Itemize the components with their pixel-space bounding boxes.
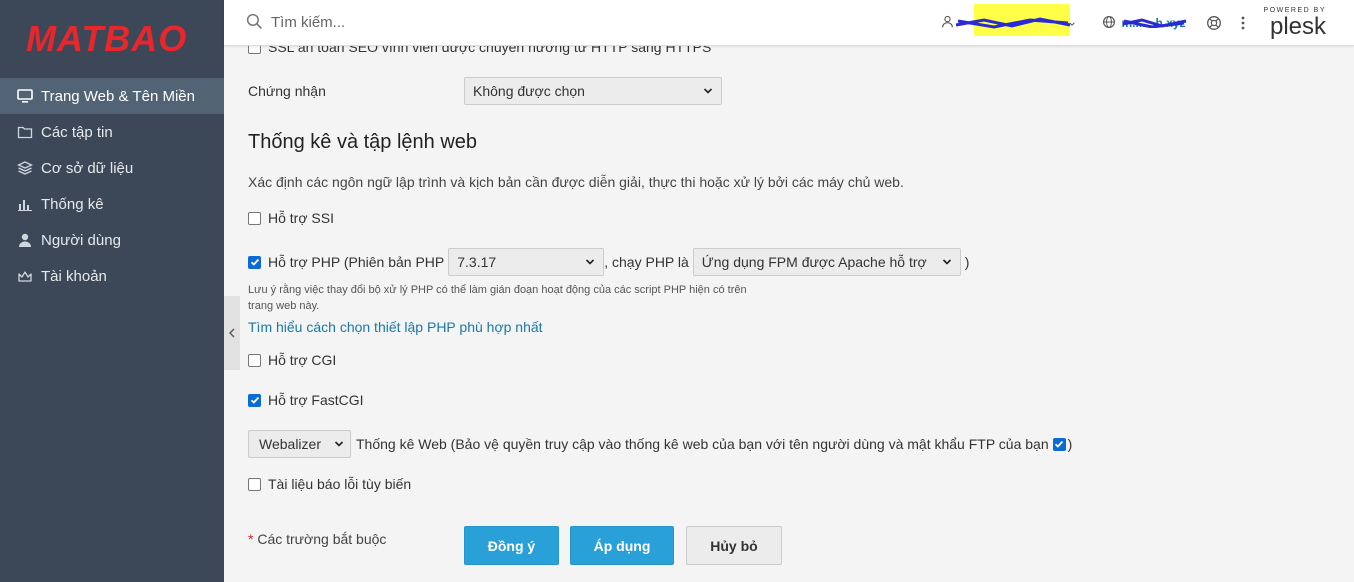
chevron-down-icon [334, 441, 344, 447]
check-icon [250, 396, 259, 404]
ok-button[interactable]: Đồng ý [464, 526, 559, 565]
sidebar-item-label: Cơ sở dữ liệu [41, 159, 134, 177]
certificate-select-value: Không được chọn [473, 83, 585, 99]
globe-icon [1102, 15, 1116, 32]
check-icon [250, 258, 259, 266]
sidebar-item-account[interactable]: Tài khoản [0, 258, 224, 294]
user-icon [941, 15, 954, 31]
cgi-label: Hỗ trợ CGI [268, 352, 337, 368]
fastcgi-row: Hỗ trợ FastCGI [248, 392, 364, 408]
fastcgi-checkbox[interactable] [248, 393, 261, 407]
web-stats-row: Webalizer Thống kê Web (Bảo vệ quyền tru… [248, 430, 1072, 458]
required-star: * [248, 531, 254, 547]
php-row: Hỗ trợ PHP (Phiên bản PHP 7.3.17 , chạy … [248, 248, 969, 276]
bar-chart-icon [16, 195, 34, 213]
monitor-icon [16, 87, 34, 105]
redaction-scribble [955, 17, 1070, 29]
cancel-button[interactable]: Hủy bỏ [686, 526, 782, 565]
required-label: Các trường bắt buộc [257, 531, 387, 547]
web-stats-select[interactable]: Webalizer [248, 430, 351, 458]
chevron-down-icon [703, 88, 713, 94]
php-note: Lưu ý rằng việc thay đổi bộ xử lý PHP có… [248, 284, 747, 312]
sidebar-collapse-handle[interactable] [224, 296, 240, 370]
search-bar [246, 13, 846, 33]
main-content: SSL an toàn SEO vĩnh viễn được chuyển hư… [224, 0, 1354, 582]
web-stats-label: Thống kê Web (Bảo vệ quyền truy cập vào … [356, 436, 1049, 452]
plesk-logo: POWERED BY plesk [1264, 7, 1326, 39]
user-menu[interactable] [941, 4, 1076, 36]
user-icon [16, 231, 34, 249]
custom-error-label: Tài liệu báo lỗi tùy biến [268, 476, 412, 492]
certificate-select[interactable]: Không được chọn [464, 77, 722, 105]
php-help-link[interactable]: Tìm hiểu cách chọn thiết lập PHP phù hợp… [248, 319, 543, 335]
ssi-row: Hỗ trợ SSI [248, 210, 334, 226]
section-title: Thống kê và tập lệnh web [248, 131, 478, 153]
redacted-username [954, 4, 1070, 36]
chevron-down-icon [586, 259, 595, 265]
subscription-menu[interactable]: m.......h.xyz [1102, 15, 1186, 32]
folder-icon [16, 123, 34, 141]
custom-error-checkbox[interactable] [248, 477, 261, 491]
apply-button[interactable]: Áp dụng [570, 526, 674, 565]
chevron-down-icon [942, 259, 951, 265]
certificate-label: Chứng nhận [248, 83, 326, 99]
sidebar-item-label: Trang Web & Tên Miền [41, 87, 195, 105]
sidebar-item-statistics[interactable]: Thống kê [0, 186, 224, 222]
chevron-left-icon [229, 328, 235, 338]
header-right: m.......h.xyz POWERED BY plesk [941, 0, 1354, 46]
php-label: Hỗ trợ PHP (Phiên bản PHP [268, 254, 445, 270]
brand-logo[interactable]: MATBAO [0, 0, 224, 78]
check-icon [1055, 440, 1064, 448]
web-stats-protect-checkbox[interactable] [1052, 437, 1066, 451]
sidebar-item-label: Các tập tin [41, 123, 113, 141]
plesk-text: plesk [1269, 13, 1326, 40]
php-version-select[interactable]: 7.3.17 [448, 248, 605, 276]
php-checkbox[interactable] [248, 255, 261, 269]
custom-error-row: Tài liệu báo lỗi tùy biến [248, 476, 411, 492]
top-header: m.......h.xyz POWERED BY plesk [224, 0, 1354, 46]
php-run-as-label: , chạy PHP là [604, 254, 689, 270]
web-stats-value: Webalizer [259, 436, 321, 452]
web-stats-label-close: ) [1067, 436, 1073, 452]
sidebar-item-label: Người dùng [41, 231, 121, 249]
ssi-checkbox[interactable] [248, 211, 261, 225]
section-description: Xác định các ngôn ngữ lập trình và kịch … [248, 174, 904, 190]
brand-logo-text: MATBAO [26, 18, 188, 59]
subscription-domain: m.......h.xyz [1122, 16, 1186, 30]
sidebar-item-users[interactable]: Người dùng [0, 222, 224, 258]
php-handler-select[interactable]: Ứng dụng FPM được Apache hỗ trợ [692, 248, 961, 276]
sidebar-item-label: Thống kê [41, 195, 104, 213]
php-version-value: 7.3.17 [457, 254, 497, 270]
certificate-row: Chứng nhận Không được chọn [248, 77, 722, 105]
sidebar-item-websites-domains[interactable]: Trang Web & Tên Miền [0, 78, 224, 114]
required-fields-note: * Các trường bắt buộc [248, 531, 386, 547]
sidebar-item-databases[interactable]: Cơ sở dữ liệu [0, 150, 224, 186]
support-icon[interactable] [1206, 15, 1222, 31]
search-input[interactable] [271, 14, 671, 31]
search-icon [246, 13, 263, 33]
cgi-row: Hỗ trợ CGI [248, 352, 336, 368]
redaction-scribble [1122, 18, 1186, 28]
php-label-close: ) [964, 254, 970, 270]
sidebar-item-files[interactable]: Các tập tin [0, 114, 224, 150]
php-handler-value: Ứng dụng FPM được Apache hỗ trợ [701, 254, 927, 270]
cgi-checkbox[interactable] [248, 353, 261, 367]
more-options-icon[interactable] [1240, 15, 1246, 31]
sidebar-item-label: Tài khoản [41, 267, 107, 285]
sidebar: MATBAO Trang Web & Tên Miền Các tập tin … [0, 0, 224, 582]
fastcgi-label: Hỗ trợ FastCGI [268, 392, 364, 408]
database-icon [16, 159, 34, 177]
ssi-label: Hỗ trợ SSI [268, 210, 334, 226]
crown-icon [16, 267, 34, 285]
